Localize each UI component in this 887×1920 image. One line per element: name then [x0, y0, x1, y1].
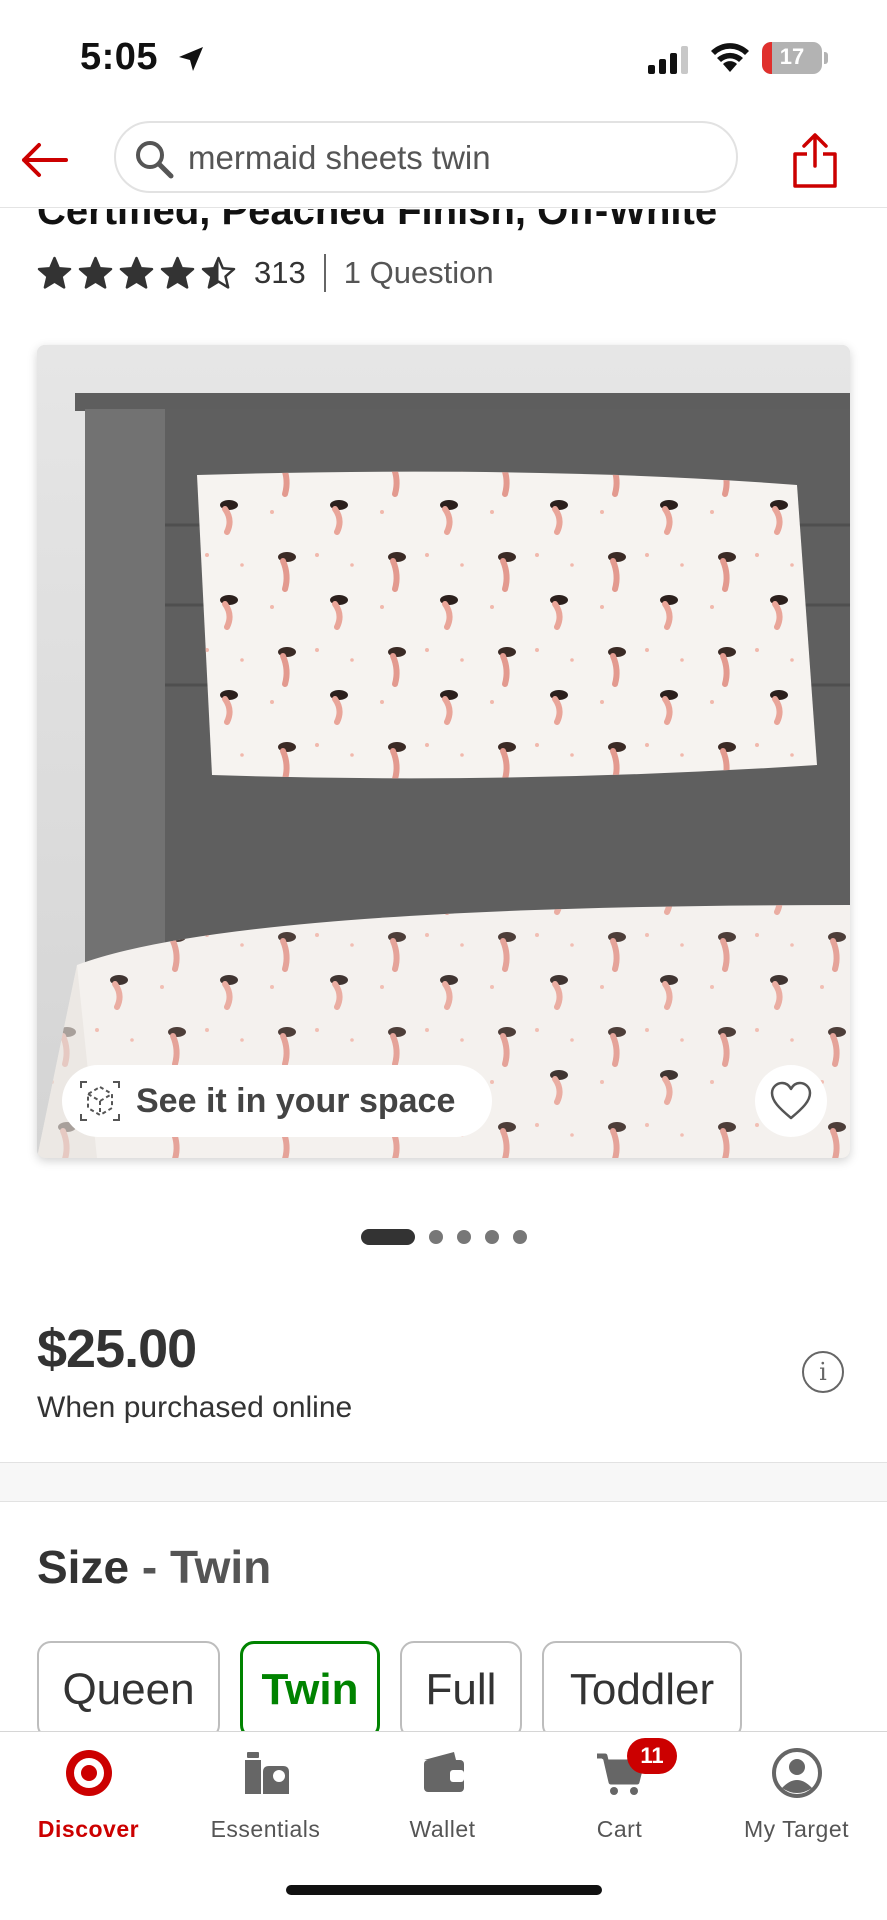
star-full-icon [37, 256, 72, 289]
tab-label: Essentials [210, 1816, 321, 1842]
tab-cart[interactable]: 11 Cart [531, 1732, 708, 1842]
size-option-toddler[interactable]: Toddler [542, 1641, 742, 1739]
price-info-button[interactable]: i [802, 1351, 844, 1393]
see-in-space-button[interactable]: See it in your space [62, 1065, 492, 1137]
battery-percent: 17 [779, 44, 805, 69]
wifi-icon [711, 43, 749, 72]
target-bullseye-icon [66, 1750, 112, 1796]
image-carousel-dots[interactable] [361, 1229, 527, 1245]
share-button[interactable] [790, 130, 840, 190]
ar-cube-icon [80, 1081, 120, 1121]
product-photo [37, 345, 850, 1158]
status-time: 5:05 [80, 36, 159, 78]
tab-my-target[interactable]: My Target [708, 1732, 885, 1842]
star-half-icon [201, 256, 236, 289]
location-arrow-icon [179, 47, 203, 71]
size-options: Queen Twin Full Toddler [37, 1641, 742, 1739]
search-query: mermaid sheets twin [188, 139, 491, 176]
divider [323, 254, 326, 292]
tab-wallet[interactable]: Wallet [354, 1732, 531, 1842]
tab-label: Wallet [409, 1816, 476, 1842]
section-divider [0, 1462, 887, 1502]
carousel-dot[interactable] [429, 1230, 443, 1244]
price-note: When purchased online [37, 1391, 353, 1424]
review-count[interactable]: 313 [254, 255, 306, 291]
back-button[interactable] [18, 134, 70, 186]
size-option-full[interactable]: Full [400, 1641, 522, 1739]
star-full-icon [78, 256, 113, 289]
cart-count-badge: 11 [627, 1738, 677, 1774]
tab-label: Cart [596, 1816, 643, 1842]
back-arrow-icon [22, 143, 68, 177]
questions-link[interactable]: 1 Question [344, 255, 494, 291]
info-icon: i [819, 1358, 827, 1386]
tab-label: Discover [37, 1816, 140, 1842]
share-icon [793, 133, 837, 188]
star-full-icon [119, 256, 154, 289]
search-icon [136, 141, 174, 179]
size-option-twin[interactable]: Twin [240, 1641, 380, 1739]
home-indicator[interactable] [286, 1885, 602, 1895]
top-nav: mermaid sheets twin [0, 118, 887, 208]
carousel-dot[interactable] [457, 1230, 471, 1244]
tab-label: My Target [743, 1816, 850, 1842]
battery-icon: 17 [762, 42, 828, 74]
see-in-space-label: See it in your space [136, 1081, 456, 1120]
rating-row[interactable]: 313 1 Question [37, 252, 494, 294]
product-title: Certified, Peached Finish, Off-White [37, 209, 718, 233]
size-option-queen[interactable]: Queen [37, 1641, 220, 1739]
star-rating [37, 256, 236, 291]
carousel-dot[interactable] [485, 1230, 499, 1244]
size-separator: - [129, 1541, 170, 1593]
size-label: Size [37, 1541, 130, 1593]
signal-icon [648, 46, 688, 74]
essentials-icon [245, 1752, 289, 1794]
carousel-dot-active[interactable] [361, 1229, 415, 1245]
heart-icon [770, 1081, 812, 1120]
tab-essentials[interactable]: Essentials [177, 1732, 354, 1842]
wallet-icon [424, 1752, 464, 1792]
size-heading: Size - Twin [37, 1540, 271, 1594]
tab-discover[interactable]: Discover [0, 1732, 177, 1842]
account-icon [772, 1748, 822, 1798]
size-selected: Twin [169, 1541, 272, 1593]
price: $25.00 [37, 1319, 197, 1379]
carousel-dot[interactable] [513, 1230, 527, 1244]
product-title-area: Certified, Peached Finish, Off-White [0, 209, 887, 237]
product-image[interactable]: See it in your space [37, 345, 850, 1158]
status-bar: 5:05 17 [0, 0, 887, 118]
star-full-icon [160, 256, 195, 289]
search-input[interactable]: mermaid sheets twin [114, 121, 738, 193]
favorite-button[interactable] [755, 1065, 827, 1137]
